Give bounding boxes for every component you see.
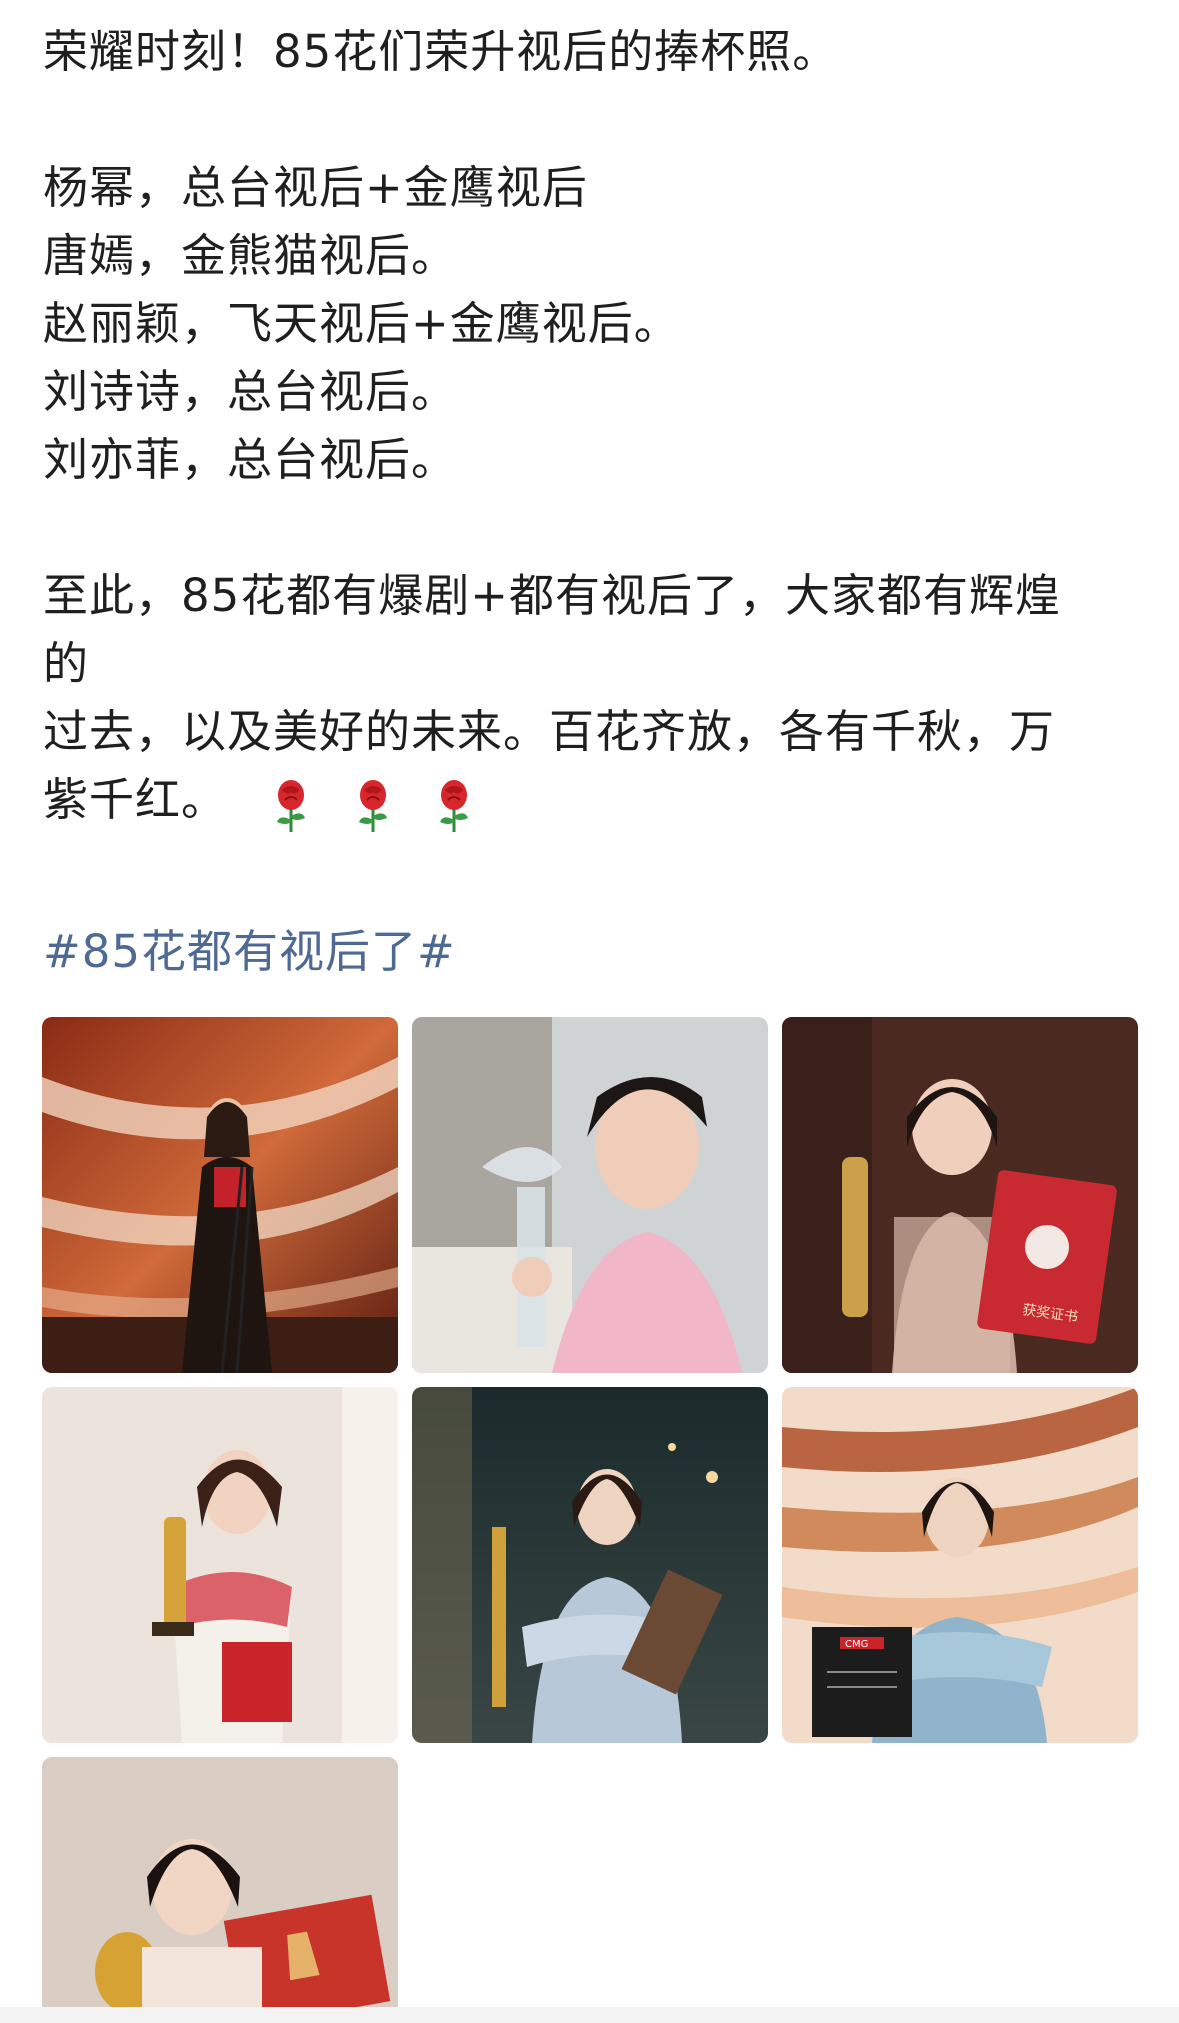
post-line-with-emoji: 紫千红。 [43,766,1143,834]
photo-thumbnail[interactable] [412,1017,768,1373]
post-line: 至此，85花都有爆剧+都有视后了，大家都有辉煌 [43,569,1061,622]
bottom-edge [0,2007,1179,2023]
post-line: 杨幂，总台视后+金鹰视后 [43,161,588,214]
emoji-group [270,769,499,837]
post-line: 赵丽颖，飞天视后+金鹰视后。 [43,297,680,350]
photo-thumbnail[interactable] [412,1387,768,1743]
photo-thumbnail[interactable] [42,1017,398,1373]
post-line: 的 [43,637,90,690]
rose-icon [358,780,387,832]
post-body: 荣耀时刻！85花们荣升视后的捧杯照。 杨幂，总台视后+金鹰视后 唐嫣，金熊猫视后… [43,18,1143,834]
photo-thumbnail[interactable] [42,1757,398,2015]
photo-thumbnail[interactable]: CMG [782,1387,1138,1743]
hashtag-link[interactable]: #85花都有视后了# [43,918,456,986]
weibo-post: 荣耀时刻！85花们荣升视后的捧杯照。 杨幂，总台视后+金鹰视后 唐嫣，金熊猫视后… [0,0,1179,2023]
rose-icon [277,780,306,832]
photo-thumbnail[interactable]: 获奖证书 [782,1017,1138,1373]
plaque-label: CMG [845,1639,868,1650]
post-line: 荣耀时刻！85花们荣升视后的捧杯照。 [43,25,839,78]
post-line: 刘亦菲，总台视后。 [43,433,458,486]
post-line: 紫千红。 [43,773,228,826]
photo-thumbnail[interactable] [42,1387,398,1743]
post-line: 过去，以及美好的未来。百花齐放，各有千秋，万 [43,705,1056,758]
rose-icon [439,780,468,832]
post-line: 唐嫣，金熊猫视后。 [43,229,458,282]
post-line: 刘诗诗，总台视后。 [43,365,458,418]
